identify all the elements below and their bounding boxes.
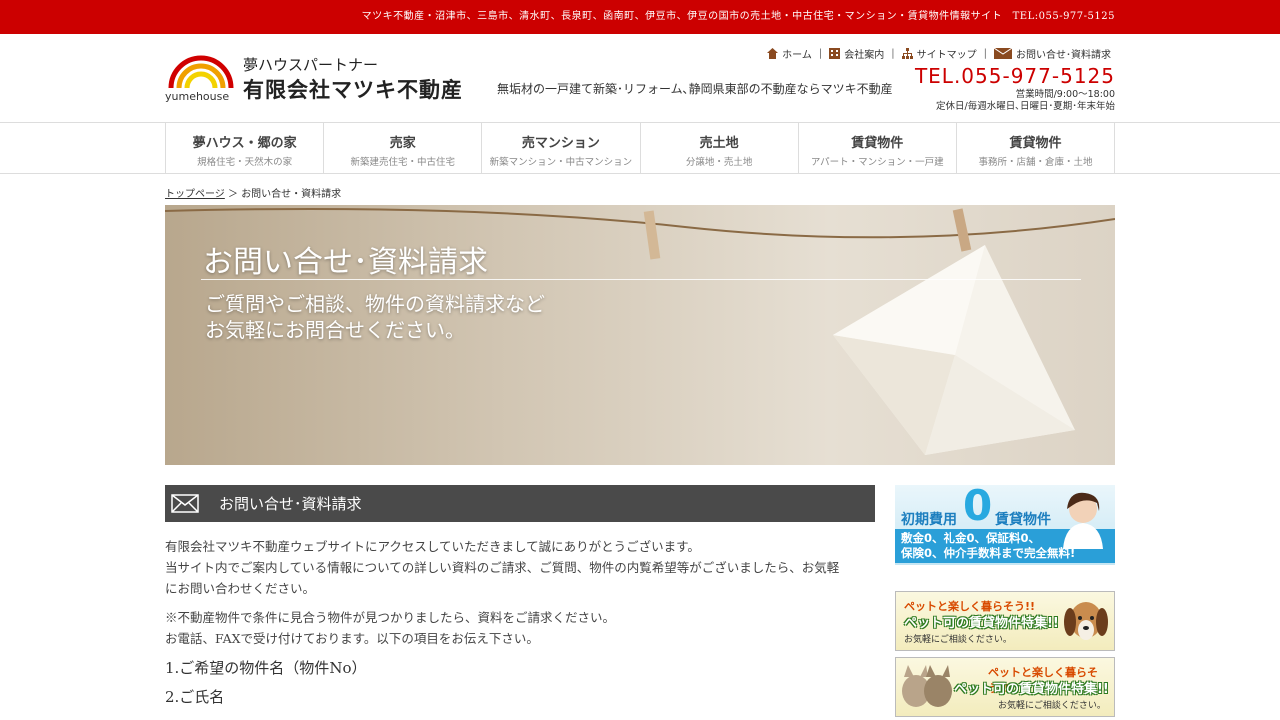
gnav-item-subtitle: アパート・マンション・一戸建 <box>810 157 944 168</box>
gnav-item-title: 賃貸物件 <box>1009 136 1062 151</box>
holidays-line: 定休日/毎週水曜日､日曜日･夏期･年末年始 <box>936 101 1115 112</box>
list-item: 2.ご氏名 <box>165 688 225 706</box>
banner-text: お気軽にご相談ください。 <box>998 701 1106 711</box>
banner-text: 初期費用 <box>901 512 957 528</box>
gnav-item-subtitle: 分譲地・売土地 <box>685 157 753 168</box>
banner-detail-line: 敷金0、礼金0、保証料0、 <box>901 531 1041 545</box>
banner-text: お気軽にご相談ください。 <box>904 635 1012 645</box>
hero-title: お問い合せ･資料請求 <box>203 245 488 280</box>
gnav-item-mansion-for-sale[interactable]: 売マンション新築マンション・中古マンション <box>482 123 641 173</box>
util-link-contact-label: お問い合せ･資料請求 <box>1016 50 1111 61</box>
gnav-item-land-for-sale[interactable]: 売土地分譲地・売土地 <box>641 123 799 173</box>
util-link-home[interactable]: ホーム <box>767 46 812 61</box>
hero-subtitle: ご質問やご相談、物件の資料請求など お気軽にお問合せください。 <box>205 291 545 343</box>
request-line: お電話、FAXで受け付けております。以下の項目をお伝え下さい。 <box>165 631 539 646</box>
cats-photo <box>902 665 952 707</box>
woman-photo <box>1063 492 1103 549</box>
hero-banner: お問い合せ･資料請求 ご質問やご相談、物件の資料請求など お気軽にお問合せくださ… <box>165 205 1115 465</box>
banner-detail: 敷金0、礼金0、保証料0、 保険0、仲介手数料まで完全無料! <box>901 531 1075 561</box>
logo-wordmark: yumehouse <box>165 90 229 103</box>
main-content: お問い合せ･資料請求 有限会社マツキ不動産ウェブサイトにアクセスしていただきまし… <box>165 485 875 720</box>
mail-icon <box>171 493 199 513</box>
top-bar-text: マツキ不動産・沼津市、三島市、清水町、長泉町、函南町、伊豆市、伊豆の国市の売土地… <box>361 11 1115 22</box>
util-link-company-label: 会社案内 <box>844 50 885 61</box>
util-link-contact[interactable]: お問い合せ･資料請求 <box>994 46 1111 61</box>
hero-subtitle-line: ご質問やご相談、物件の資料請求など <box>205 292 545 316</box>
gnav-item-subtitle: 新築マンション・中古マンション <box>489 157 633 168</box>
section-heading: お問い合せ･資料請求 <box>165 485 875 522</box>
list-item: 1.ご希望の物件名（物件No） <box>165 659 367 677</box>
envelope-icon <box>994 48 1012 59</box>
gnav-item-title: 賃貸物件 <box>851 136 904 151</box>
intro-paragraph: 有限会社マツキ不動産ウェブサイトにアクセスしていただきまして誠にありがとうござい… <box>165 536 875 599</box>
gnav-item-title: 夢ハウス・郷の家 <box>192 136 297 151</box>
gnav-item-rental-residential[interactable]: 賃貸物件アパート・マンション・一戸建 <box>799 123 957 173</box>
dog-photo <box>1064 602 1108 640</box>
home-icon <box>767 48 779 59</box>
util-separator: | <box>818 48 823 59</box>
gnav-item-house-for-sale[interactable]: 売家新築建売住宅・中古住宅 <box>324 123 483 173</box>
sidebar: 初期費用 0 賃貸物件 敷金0、礼金0、保証料0、 保険0、仲介手数料まで完全無… <box>895 485 1115 720</box>
gnav-item-subtitle: 規格住宅・天然木の家 <box>197 157 293 168</box>
hero-divider <box>201 279 1081 280</box>
sitemap-icon <box>901 48 913 59</box>
business-hours-line: 営業時間/9:00～18:00 <box>1015 89 1115 100</box>
request-line: ※不動産物件で条件に見合う物件が見つかりましたら、資料をご請求ください。 <box>165 610 616 625</box>
banner-text: 賃貸物件 <box>995 512 1051 528</box>
logo-company-name: 有限会社マツキ不動産 <box>243 78 463 102</box>
banner-text: ペット可の賃貸物件特集!! <box>904 616 1059 631</box>
util-separator: | <box>983 48 987 59</box>
banner-detail-line: 保険0、仲介手数料まで完全無料! <box>901 546 1076 560</box>
gnav-item-subtitle: 新築建売住宅・中古住宅 <box>350 157 456 168</box>
site-header: yumehouse 夢ハウスパートナー 有限会社マツキ不動産 無垢材の一戸建て新… <box>165 34 1115 122</box>
request-paragraph: ※不動産物件で条件に見合う物件が見つかりましたら、資料をご請求ください。 お電話… <box>165 607 875 649</box>
banner-zero-initial-cost[interactable]: 初期費用 0 賃貸物件 敷金0、礼金0、保証料0、 保険0、仲介手数料まで完全無… <box>895 485 1115 565</box>
business-hours: 営業時間/9:00～18:00 定休日/毎週水曜日､日曜日･夏期･年末年始 <box>936 89 1115 113</box>
intro-line: にお問い合わせください。 <box>165 581 316 596</box>
gnav-item-title: 売家 <box>389 136 416 151</box>
breadcrumb-separator: ＞ <box>228 189 238 200</box>
util-link-sitemap[interactable]: サイトマップ <box>901 46 977 61</box>
hero-subtitle-line: お気軽にお問合せください。 <box>205 318 465 342</box>
breadcrumb-current: お問い合せ・資料請求 <box>241 189 342 200</box>
util-link-home-label: ホーム <box>782 50 812 61</box>
site-logo[interactable]: yumehouse 夢ハウスパートナー 有限会社マツキ不動産 <box>165 54 465 104</box>
rainbow-logo-icon: yumehouse <box>165 55 234 103</box>
gnav-item-yumehouse[interactable]: 夢ハウス・郷の家規格住宅・天然木の家 <box>166 123 325 173</box>
logo-partner-text: 夢ハウスパートナー <box>243 56 379 74</box>
banner-text: ペット可の賃貸物件特集!! <box>954 682 1109 697</box>
utility-nav: ホーム | 会社案内 | サイトマップ | お問い合せ･資料請求 <box>767 46 1111 61</box>
banner-pet-rentals[interactable]: ペットと楽しく暮らそう!! ペット可の賃貸物件特集!! お気軽にご相談ください。 <box>895 591 1115 651</box>
building-icon <box>829 48 841 59</box>
top-bar: マツキ不動産・沼津市、三島市、清水町、長泉町、函南町、伊豆市、伊豆の国市の売土地… <box>0 0 1280 34</box>
section-heading-text: お問い合せ･資料請求 <box>219 495 362 513</box>
util-separator: | <box>891 48 895 59</box>
banner-zero-text: 0 <box>963 485 993 530</box>
intro-line: 当サイト内でご案内している情報についての詳しい資料のご請求、ご質問、物件の内覧希… <box>165 560 840 575</box>
gnav-item-rental-commercial[interactable]: 賃貸物件事務所・店舗・倉庫・土地 <box>957 123 1116 173</box>
gnav-item-title: 売土地 <box>699 136 739 151</box>
gnav-item-subtitle: 事務所・店舗・倉庫・土地 <box>978 157 1093 168</box>
global-nav: 夢ハウス・郷の家規格住宅・天然木の家 売家新築建売住宅・中古住宅 売マンション新… <box>0 122 1280 174</box>
breadcrumb: トップページ ＞ お問い合せ・資料請求 <box>165 174 1115 205</box>
site-tagline: 無垢材の一戸建て新築･リフォーム､静岡県東部の不動産ならマツキ不動産 <box>497 82 893 96</box>
util-link-company[interactable]: 会社案内 <box>829 46 884 61</box>
gnav-item-title: 売マンション <box>521 136 600 151</box>
intro-line: 有限会社マツキ不動産ウェブサイトにアクセスしていただきまして誠にありがとうござい… <box>165 539 700 554</box>
util-link-sitemap-label: サイトマップ <box>916 50 977 61</box>
banner-pet-rentals-cats[interactable]: ペットと楽しく暮らそう!! ペット可の賃貸物件特集!! お気軽にご相談ください。 <box>895 657 1115 717</box>
breadcrumb-home-link[interactable]: トップページ <box>165 189 225 200</box>
phone-number[interactable]: TEL.055-977-5125 <box>915 64 1115 88</box>
